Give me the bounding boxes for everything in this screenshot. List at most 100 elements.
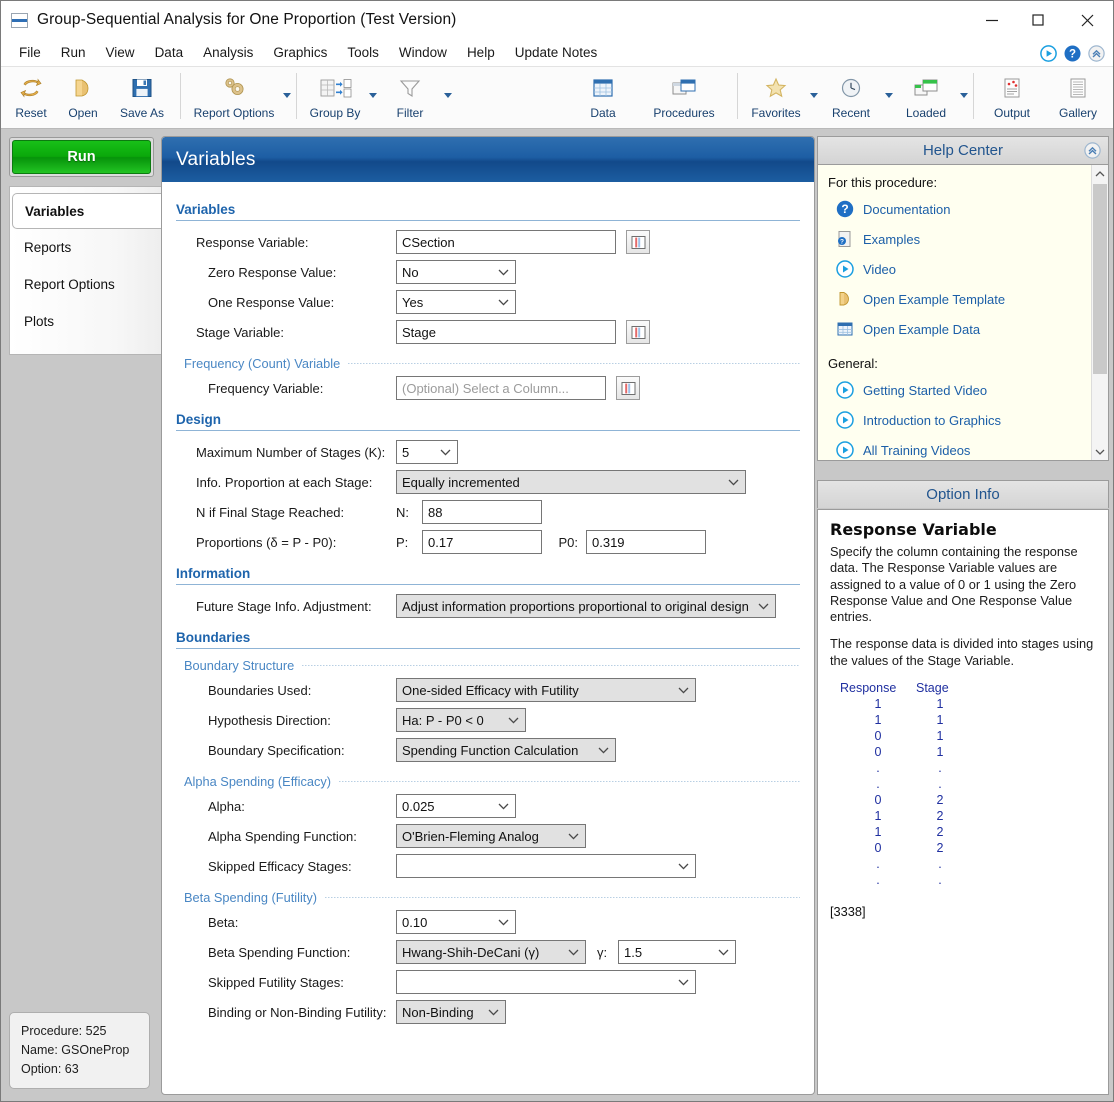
toolbar-filter-caret[interactable] xyxy=(444,93,452,98)
toolbar-separator-2 xyxy=(296,73,297,119)
help-link-examples[interactable]: ? Examples xyxy=(828,224,1098,254)
panel-body: Variables Response Variable: CSection Ze… xyxy=(162,183,814,1094)
collapse-chevrons-icon[interactable] xyxy=(1084,142,1101,163)
subsection-boundary-structure-title: Boundary Structure xyxy=(184,658,295,673)
row-future-stage-adjustment: Future Stage Info. Adjustment: Adjust in… xyxy=(176,591,800,621)
panel-header: Variables xyxy=(162,137,814,182)
toolbar-favorites-button[interactable]: Favorites xyxy=(743,67,809,125)
row-alpha-spending-function: Alpha Spending Function: O'Brien-Fleming… xyxy=(176,821,800,851)
beta-select[interactable]: 0.10 xyxy=(396,910,516,934)
run-button[interactable]: Run xyxy=(12,140,151,174)
cell-stage: 1 xyxy=(936,713,944,728)
alpha-label: Alpha: xyxy=(208,798,245,814)
toolbar-loaded-label: Loaded xyxy=(905,106,947,120)
option-info-title: Option Info xyxy=(926,486,1000,503)
toolbar-gallery-button[interactable]: Gallery xyxy=(1045,67,1111,125)
binding-select[interactable]: Non-Binding xyxy=(396,1000,506,1024)
menu-item-run[interactable]: Run xyxy=(51,41,96,64)
play-circle-icon[interactable] xyxy=(1040,44,1057,62)
help-link-introduction-to-graphics[interactable]: Introduction to Graphics xyxy=(828,405,1098,435)
sidebar-item-plots[interactable]: Plots xyxy=(10,303,161,340)
stage-variable-column-picker-icon[interactable] xyxy=(626,320,650,344)
menu-item-file[interactable]: File xyxy=(9,41,51,64)
toolbar-recent-button[interactable]: Recent xyxy=(818,67,884,125)
toolbar-loaded-caret[interactable] xyxy=(960,93,968,98)
p0-input[interactable]: 0.319 xyxy=(586,530,706,554)
minimize-button[interactable] xyxy=(969,1,1015,39)
toolbar-report-options-button[interactable]: Report Options xyxy=(186,67,282,125)
toolbar-group-file: Reset Open Save As xyxy=(5,67,175,127)
skipped-efficacy-select[interactable] xyxy=(396,854,696,878)
maximize-button[interactable] xyxy=(1015,1,1061,39)
help-center-scrollbar[interactable] xyxy=(1091,165,1108,460)
toolbar-recent-caret[interactable] xyxy=(885,93,893,98)
help-link-examples-label: Examples xyxy=(863,231,921,247)
toolbar-filter-button[interactable]: Filter xyxy=(377,67,443,125)
help-link-open-example-data[interactable]: Open Example Data xyxy=(828,314,1098,344)
max-stages-select[interactable]: 5 xyxy=(396,440,458,464)
p-input[interactable]: 0.17 xyxy=(422,530,542,554)
skipped-futility-select[interactable] xyxy=(396,970,696,994)
menu-item-data[interactable]: Data xyxy=(145,41,194,64)
menu-item-graphics[interactable]: Graphics xyxy=(263,41,337,64)
stage-variable-input[interactable]: Stage xyxy=(396,320,616,344)
gamma-select[interactable]: 1.5 xyxy=(618,940,736,964)
menu-item-help[interactable]: Help xyxy=(457,41,505,64)
toolbar-saveas-button[interactable]: Save As xyxy=(109,67,175,125)
boundaries-used-select[interactable]: One-sided Efficacy with Futility xyxy=(396,678,696,702)
menu-item-analysis[interactable]: Analysis xyxy=(193,41,263,64)
help-link-all-training-videos[interactable]: All Training Videos xyxy=(828,435,1098,460)
hypothesis-direction-select[interactable]: Ha: P - P0 < 0 xyxy=(396,708,526,732)
menu-item-view[interactable]: View xyxy=(96,41,145,64)
response-variable-input[interactable]: CSection xyxy=(396,230,616,254)
toolbar-data-button[interactable]: Data xyxy=(570,67,636,125)
toolbar-reset-button[interactable]: Reset xyxy=(5,67,57,125)
menu-item-tools[interactable]: Tools xyxy=(337,41,389,64)
chevron-down-icon xyxy=(677,976,690,989)
table-row: .. xyxy=(840,872,1096,888)
frequency-variable-column-picker-icon[interactable] xyxy=(616,376,640,400)
alpha-select[interactable]: 0.025 xyxy=(396,794,516,818)
toolbar-procedures-button[interactable]: Procedures xyxy=(636,67,732,125)
menu-item-window[interactable]: Window xyxy=(389,41,457,64)
response-variable-column-picker-icon[interactable] xyxy=(626,230,650,254)
toolbar-favorites-caret[interactable] xyxy=(810,93,818,98)
alpha-function-select[interactable]: O'Brien-Fleming Analog xyxy=(396,824,586,848)
toolbar-group-by-caret[interactable] xyxy=(369,93,377,98)
help-center-scroll-thumb[interactable] xyxy=(1093,184,1107,374)
reset-arrows-icon xyxy=(18,73,44,103)
collapse-chevrons-icon[interactable] xyxy=(1088,44,1105,62)
future-stage-select[interactable]: Adjust information proportions proportio… xyxy=(396,594,776,618)
boundaries-used-text: One-sided Efficacy with Futility xyxy=(402,682,579,698)
help-question-icon[interactable]: ? xyxy=(1064,45,1081,62)
scroll-down-icon[interactable] xyxy=(1092,443,1108,460)
sidebar-item-report-options[interactable]: Report Options xyxy=(10,266,161,303)
sidebar-item-reports[interactable]: Reports xyxy=(10,229,161,266)
sidebar-item-variables[interactable]: Variables xyxy=(12,193,161,229)
toolbar-open-button[interactable]: Open xyxy=(57,67,109,125)
scroll-up-icon[interactable] xyxy=(1092,165,1108,182)
help-link-video[interactable]: Video xyxy=(828,254,1098,284)
toolbar-loaded-button[interactable]: Loaded xyxy=(893,67,959,125)
help-link-all-training-videos-label: All Training Videos xyxy=(863,442,971,458)
info-proportion-select[interactable]: Equally incremented xyxy=(396,470,746,494)
n-final-stage-input[interactable]: 88 xyxy=(422,500,542,524)
help-group-procedure-label: For this procedure: xyxy=(828,175,938,190)
boundary-specification-select[interactable]: Spending Function Calculation xyxy=(396,738,616,762)
toolbar-output-button[interactable]: Output xyxy=(979,67,1045,125)
close-button[interactable] xyxy=(1061,1,1113,39)
toolbar-report-options-caret[interactable] xyxy=(283,93,291,98)
help-link-getting-started-video[interactable]: Getting Started Video xyxy=(828,375,1098,405)
table-row: 01 xyxy=(840,744,1096,760)
menu-item-update-notes[interactable]: Update Notes xyxy=(505,41,608,64)
toolbar-filter-label: Filter xyxy=(396,106,424,120)
frequency-variable-input[interactable]: (Optional) Select a Column... xyxy=(396,376,606,400)
toolbar-separator-1 xyxy=(180,73,181,119)
subsection-frequency-dots xyxy=(348,363,800,364)
toolbar-group-by-button[interactable]: Group By xyxy=(302,67,368,125)
help-link-open-example-template[interactable]: Open Example Template xyxy=(828,284,1098,314)
beta-function-select[interactable]: Hwang-Shih-DeCani (γ) xyxy=(396,940,586,964)
help-link-documentation[interactable]: ? Documentation xyxy=(828,194,1098,224)
one-response-value-select[interactable]: Yes xyxy=(396,290,516,314)
zero-response-value-select[interactable]: No xyxy=(396,260,516,284)
